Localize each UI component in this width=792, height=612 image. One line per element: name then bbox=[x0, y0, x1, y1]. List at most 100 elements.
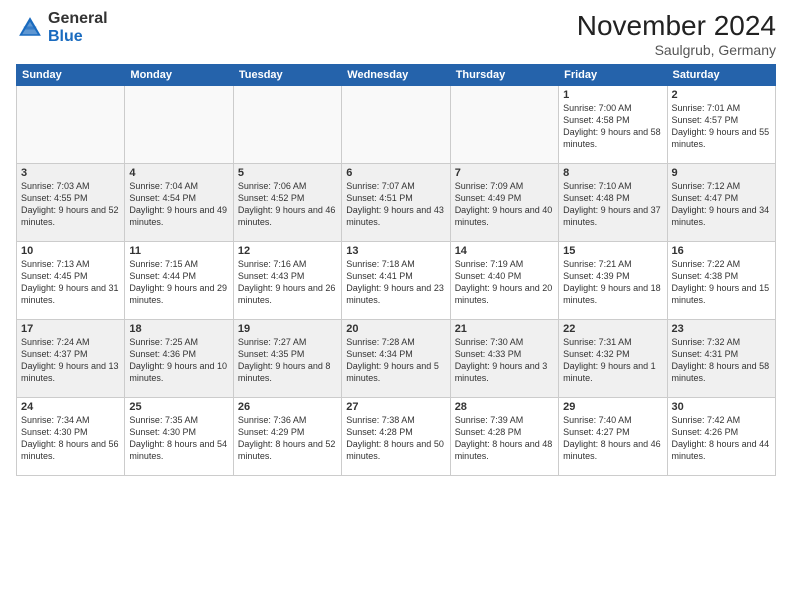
calendar-cell bbox=[125, 86, 233, 164]
calendar-cell: 21Sunrise: 7:30 AM Sunset: 4:33 PM Dayli… bbox=[450, 320, 558, 398]
calendar-cell: 16Sunrise: 7:22 AM Sunset: 4:38 PM Dayli… bbox=[667, 242, 775, 320]
day-detail: Sunrise: 7:24 AM Sunset: 4:37 PM Dayligh… bbox=[21, 336, 120, 385]
day-detail: Sunrise: 7:18 AM Sunset: 4:41 PM Dayligh… bbox=[346, 258, 445, 307]
day-number: 9 bbox=[672, 167, 771, 179]
calendar-cell: 28Sunrise: 7:39 AM Sunset: 4:28 PM Dayli… bbox=[450, 398, 558, 476]
day-detail: Sunrise: 7:27 AM Sunset: 4:35 PM Dayligh… bbox=[238, 336, 337, 385]
day-detail: Sunrise: 7:30 AM Sunset: 4:33 PM Dayligh… bbox=[455, 336, 554, 385]
day-number: 24 bbox=[21, 401, 120, 413]
day-detail: Sunrise: 7:03 AM Sunset: 4:55 PM Dayligh… bbox=[21, 180, 120, 229]
calendar-cell: 29Sunrise: 7:40 AM Sunset: 4:27 PM Dayli… bbox=[559, 398, 667, 476]
day-detail: Sunrise: 7:19 AM Sunset: 4:40 PM Dayligh… bbox=[455, 258, 554, 307]
calendar-cell: 27Sunrise: 7:38 AM Sunset: 4:28 PM Dayli… bbox=[342, 398, 450, 476]
calendar-cell: 19Sunrise: 7:27 AM Sunset: 4:35 PM Dayli… bbox=[233, 320, 341, 398]
day-detail: Sunrise: 7:35 AM Sunset: 4:30 PM Dayligh… bbox=[129, 414, 228, 463]
location: Saulgrub, Germany bbox=[577, 42, 776, 58]
logo-general: General bbox=[48, 10, 108, 28]
day-detail: Sunrise: 7:09 AM Sunset: 4:49 PM Dayligh… bbox=[455, 180, 554, 229]
logo-icon bbox=[16, 14, 44, 42]
day-number: 4 bbox=[129, 167, 228, 179]
day-detail: Sunrise: 7:31 AM Sunset: 4:32 PM Dayligh… bbox=[563, 336, 662, 385]
calendar-cell: 20Sunrise: 7:28 AM Sunset: 4:34 PM Dayli… bbox=[342, 320, 450, 398]
calendar: SundayMondayTuesdayWednesdayThursdayFrid… bbox=[16, 64, 776, 476]
calendar-cell: 15Sunrise: 7:21 AM Sunset: 4:39 PM Dayli… bbox=[559, 242, 667, 320]
day-number: 23 bbox=[672, 323, 771, 335]
day-number: 22 bbox=[563, 323, 662, 335]
weekday-header-row: SundayMondayTuesdayWednesdayThursdayFrid… bbox=[17, 65, 776, 86]
logo-blue: Blue bbox=[48, 28, 108, 46]
calendar-cell: 18Sunrise: 7:25 AM Sunset: 4:36 PM Dayli… bbox=[125, 320, 233, 398]
day-number: 15 bbox=[563, 245, 662, 257]
day-number: 19 bbox=[238, 323, 337, 335]
calendar-cell: 7Sunrise: 7:09 AM Sunset: 4:49 PM Daylig… bbox=[450, 164, 558, 242]
calendar-cell: 24Sunrise: 7:34 AM Sunset: 4:30 PM Dayli… bbox=[17, 398, 125, 476]
calendar-cell: 4Sunrise: 7:04 AM Sunset: 4:54 PM Daylig… bbox=[125, 164, 233, 242]
weekday-header-thursday: Thursday bbox=[450, 65, 558, 86]
calendar-cell: 5Sunrise: 7:06 AM Sunset: 4:52 PM Daylig… bbox=[233, 164, 341, 242]
calendar-cell: 14Sunrise: 7:19 AM Sunset: 4:40 PM Dayli… bbox=[450, 242, 558, 320]
weekday-header-saturday: Saturday bbox=[667, 65, 775, 86]
day-detail: Sunrise: 7:00 AM Sunset: 4:58 PM Dayligh… bbox=[563, 102, 662, 151]
day-number: 12 bbox=[238, 245, 337, 257]
calendar-cell: 26Sunrise: 7:36 AM Sunset: 4:29 PM Dayli… bbox=[233, 398, 341, 476]
day-number: 3 bbox=[21, 167, 120, 179]
calendar-cell: 1Sunrise: 7:00 AM Sunset: 4:58 PM Daylig… bbox=[559, 86, 667, 164]
calendar-cell: 11Sunrise: 7:15 AM Sunset: 4:44 PM Dayli… bbox=[125, 242, 233, 320]
page: General Blue November 2024 Saulgrub, Ger… bbox=[0, 0, 792, 612]
title-block: November 2024 Saulgrub, Germany bbox=[577, 10, 776, 58]
day-number: 16 bbox=[672, 245, 771, 257]
day-number: 17 bbox=[21, 323, 120, 335]
calendar-cell: 22Sunrise: 7:31 AM Sunset: 4:32 PM Dayli… bbox=[559, 320, 667, 398]
calendar-cell bbox=[450, 86, 558, 164]
calendar-cell: 8Sunrise: 7:10 AM Sunset: 4:48 PM Daylig… bbox=[559, 164, 667, 242]
day-detail: Sunrise: 7:39 AM Sunset: 4:28 PM Dayligh… bbox=[455, 414, 554, 463]
day-detail: Sunrise: 7:06 AM Sunset: 4:52 PM Dayligh… bbox=[238, 180, 337, 229]
day-detail: Sunrise: 7:38 AM Sunset: 4:28 PM Dayligh… bbox=[346, 414, 445, 463]
logo: General Blue bbox=[16, 10, 108, 45]
day-number: 13 bbox=[346, 245, 445, 257]
week-row-2: 10Sunrise: 7:13 AM Sunset: 4:45 PM Dayli… bbox=[17, 242, 776, 320]
calendar-cell: 12Sunrise: 7:16 AM Sunset: 4:43 PM Dayli… bbox=[233, 242, 341, 320]
day-number: 21 bbox=[455, 323, 554, 335]
day-number: 6 bbox=[346, 167, 445, 179]
calendar-cell: 17Sunrise: 7:24 AM Sunset: 4:37 PM Dayli… bbox=[17, 320, 125, 398]
weekday-header-friday: Friday bbox=[559, 65, 667, 86]
calendar-cell: 2Sunrise: 7:01 AM Sunset: 4:57 PM Daylig… bbox=[667, 86, 775, 164]
calendar-cell: 25Sunrise: 7:35 AM Sunset: 4:30 PM Dayli… bbox=[125, 398, 233, 476]
weekday-header-monday: Monday bbox=[125, 65, 233, 86]
week-row-0: 1Sunrise: 7:00 AM Sunset: 4:58 PM Daylig… bbox=[17, 86, 776, 164]
day-number: 30 bbox=[672, 401, 771, 413]
month-title: November 2024 bbox=[577, 10, 776, 42]
logo-text: General Blue bbox=[48, 10, 108, 45]
day-detail: Sunrise: 7:04 AM Sunset: 4:54 PM Dayligh… bbox=[129, 180, 228, 229]
day-detail: Sunrise: 7:07 AM Sunset: 4:51 PM Dayligh… bbox=[346, 180, 445, 229]
week-row-1: 3Sunrise: 7:03 AM Sunset: 4:55 PM Daylig… bbox=[17, 164, 776, 242]
calendar-cell: 9Sunrise: 7:12 AM Sunset: 4:47 PM Daylig… bbox=[667, 164, 775, 242]
day-number: 18 bbox=[129, 323, 228, 335]
calendar-cell: 30Sunrise: 7:42 AM Sunset: 4:26 PM Dayli… bbox=[667, 398, 775, 476]
day-detail: Sunrise: 7:40 AM Sunset: 4:27 PM Dayligh… bbox=[563, 414, 662, 463]
week-row-3: 17Sunrise: 7:24 AM Sunset: 4:37 PM Dayli… bbox=[17, 320, 776, 398]
day-number: 29 bbox=[563, 401, 662, 413]
day-detail: Sunrise: 7:12 AM Sunset: 4:47 PM Dayligh… bbox=[672, 180, 771, 229]
day-detail: Sunrise: 7:10 AM Sunset: 4:48 PM Dayligh… bbox=[563, 180, 662, 229]
calendar-cell: 3Sunrise: 7:03 AM Sunset: 4:55 PM Daylig… bbox=[17, 164, 125, 242]
day-detail: Sunrise: 7:22 AM Sunset: 4:38 PM Dayligh… bbox=[672, 258, 771, 307]
calendar-cell: 10Sunrise: 7:13 AM Sunset: 4:45 PM Dayli… bbox=[17, 242, 125, 320]
weekday-header-sunday: Sunday bbox=[17, 65, 125, 86]
day-number: 14 bbox=[455, 245, 554, 257]
day-detail: Sunrise: 7:01 AM Sunset: 4:57 PM Dayligh… bbox=[672, 102, 771, 151]
day-number: 27 bbox=[346, 401, 445, 413]
day-detail: Sunrise: 7:36 AM Sunset: 4:29 PM Dayligh… bbox=[238, 414, 337, 463]
weekday-header-wednesday: Wednesday bbox=[342, 65, 450, 86]
day-number: 8 bbox=[563, 167, 662, 179]
day-detail: Sunrise: 7:16 AM Sunset: 4:43 PM Dayligh… bbox=[238, 258, 337, 307]
day-number: 1 bbox=[563, 89, 662, 101]
day-number: 11 bbox=[129, 245, 228, 257]
calendar-cell bbox=[342, 86, 450, 164]
day-detail: Sunrise: 7:13 AM Sunset: 4:45 PM Dayligh… bbox=[21, 258, 120, 307]
day-detail: Sunrise: 7:28 AM Sunset: 4:34 PM Dayligh… bbox=[346, 336, 445, 385]
day-number: 25 bbox=[129, 401, 228, 413]
day-detail: Sunrise: 7:21 AM Sunset: 4:39 PM Dayligh… bbox=[563, 258, 662, 307]
day-detail: Sunrise: 7:34 AM Sunset: 4:30 PM Dayligh… bbox=[21, 414, 120, 463]
